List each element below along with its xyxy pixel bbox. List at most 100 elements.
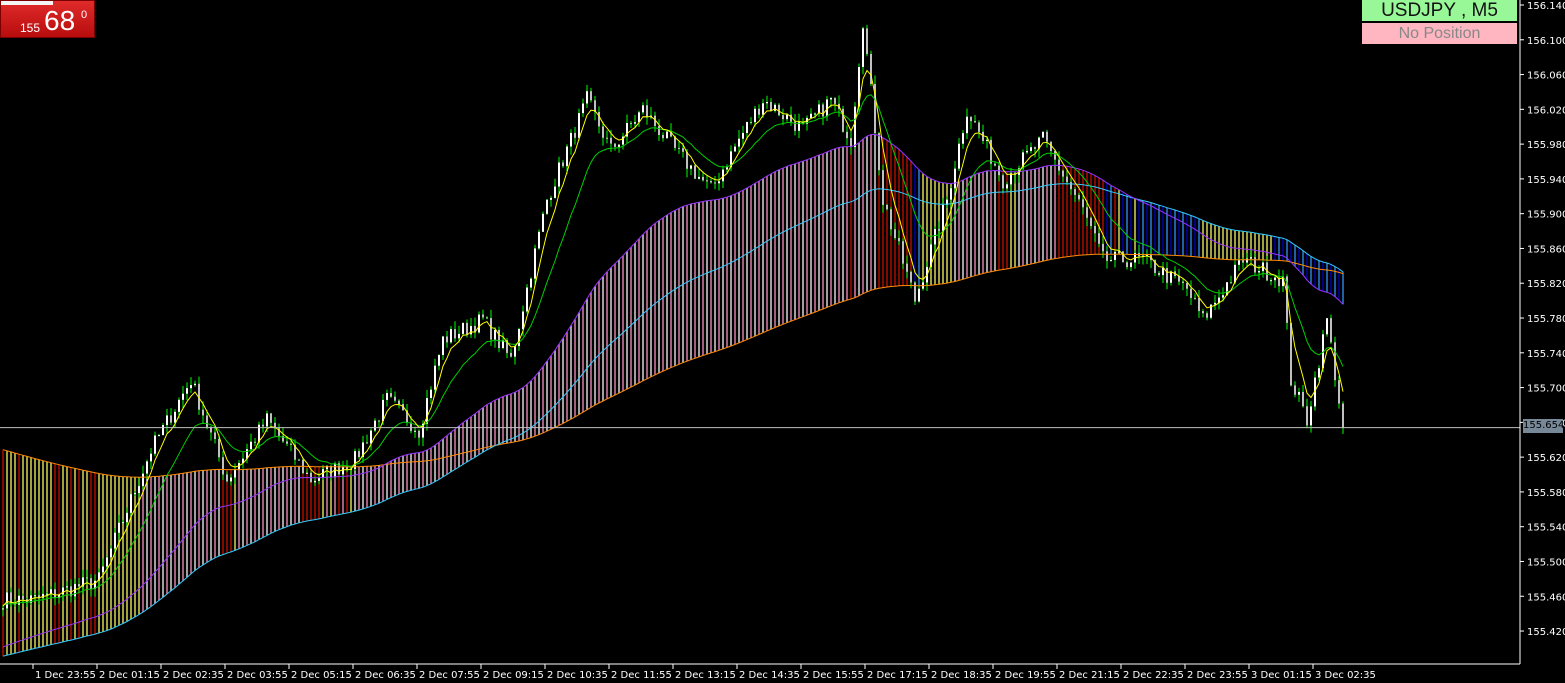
candle-body (938, 229, 940, 231)
candle-body (138, 486, 140, 493)
candle-body (966, 116, 968, 134)
candle-body (766, 102, 768, 104)
candle-body (1230, 282, 1232, 284)
candle-body (1074, 189, 1076, 195)
time-tick-label: 2 Dec 15:55 (803, 670, 864, 681)
candle-body (174, 411, 176, 423)
price-tick-label: 155.460 (1527, 592, 1565, 603)
candle-body (722, 169, 724, 182)
candle-body (518, 329, 520, 347)
candle-body (814, 113, 816, 115)
price-tick-label: 155.940 (1527, 175, 1565, 186)
candle-body (602, 126, 604, 138)
candle-body (266, 413, 268, 427)
candle-body (530, 278, 532, 288)
candle-body (1098, 233, 1100, 244)
candle-body (102, 566, 104, 573)
candle-body (510, 352, 512, 357)
candle-body (414, 430, 416, 432)
candle-body (526, 287, 528, 312)
candle-body (270, 413, 272, 423)
price-tick-label: 155.820 (1527, 279, 1565, 290)
time-tick-label: 2 Dec 05:15 (291, 670, 352, 681)
candle-body (1062, 170, 1064, 177)
candle-body (106, 557, 108, 567)
candle-body (658, 126, 660, 136)
time-tick-label: 2 Dec 03:55 (227, 670, 288, 681)
candle-body (318, 477, 320, 481)
candle-body (1238, 260, 1240, 265)
candle-body (1066, 176, 1068, 183)
candle-body (446, 336, 448, 343)
candle-body (398, 400, 400, 405)
time-tick-label: 2 Dec 18:35 (931, 670, 992, 681)
candle-body (342, 466, 344, 475)
candle-body (886, 204, 888, 210)
candle-body (458, 333, 460, 339)
candle-body (1078, 194, 1080, 200)
time-tick-label: 2 Dec 09:15 (483, 670, 544, 681)
candle-body (614, 143, 616, 147)
candle-body (1326, 318, 1328, 335)
candle-body (178, 399, 180, 412)
candle-body (1182, 281, 1184, 283)
candle-body (490, 318, 492, 340)
candle-body (186, 388, 188, 394)
candle-body (482, 314, 484, 318)
candle-body (606, 137, 608, 139)
price-tick-label: 155.860 (1527, 244, 1565, 255)
candle-body (854, 106, 856, 148)
candle-body (218, 439, 220, 458)
time-tick-label: 2 Dec 13:15 (675, 670, 736, 681)
candle-body (538, 231, 540, 249)
time-tick-label: 2 Dec 11:55 (611, 670, 672, 681)
price-tick-label: 156.060 (1527, 71, 1565, 82)
candle-body (358, 451, 360, 458)
price-tick-label: 156.140 (1527, 1, 1565, 12)
candle-body (438, 355, 440, 366)
candle-body (22, 595, 24, 600)
candle-body (1082, 199, 1084, 208)
price-tick-label: 155.700 (1527, 384, 1565, 395)
candle-body (774, 104, 776, 111)
candle-body (486, 317, 488, 319)
candle-body (462, 322, 464, 334)
candle-body (810, 113, 812, 118)
candle-body (1094, 226, 1096, 234)
candle-body (522, 311, 524, 330)
candle-body (954, 168, 956, 189)
candle-body (910, 271, 912, 283)
candle-body (682, 148, 684, 152)
price-tick-label: 155.420 (1527, 627, 1565, 638)
candle-body (1246, 258, 1248, 263)
candle-body (558, 162, 560, 187)
candle-body (426, 398, 428, 424)
candle-body (546, 199, 548, 214)
candle-body (694, 165, 696, 179)
price-tick-label: 155.780 (1527, 314, 1565, 325)
candle-body (1258, 271, 1260, 273)
time-tick-label: 2 Dec 17:15 (867, 670, 928, 681)
candle-body (978, 122, 980, 132)
candle-body (618, 144, 620, 147)
candle-body (1310, 406, 1312, 426)
candle-body (1194, 297, 1196, 299)
candle-body (1030, 147, 1032, 151)
candle-body (1290, 322, 1292, 386)
candle-body (54, 589, 56, 598)
candle-body (582, 103, 584, 114)
candle-body (738, 138, 740, 147)
ema-orange-line (2, 253, 1344, 478)
candle-body (894, 229, 896, 239)
candle-body (234, 470, 236, 478)
candle-body (534, 248, 536, 279)
candle-body (418, 430, 420, 438)
candle-body (330, 465, 332, 478)
candle-body (238, 463, 240, 471)
price-chart[interactable]: 156.140 156.100 156.060 156.020 155.980 155.9… (0, 0, 1565, 683)
candle-body (150, 453, 152, 462)
time-tick-label: 2 Dec 23:55 (1187, 670, 1248, 681)
candle-body (498, 329, 500, 349)
candle-body (1330, 318, 1332, 343)
candle-body (890, 209, 892, 230)
